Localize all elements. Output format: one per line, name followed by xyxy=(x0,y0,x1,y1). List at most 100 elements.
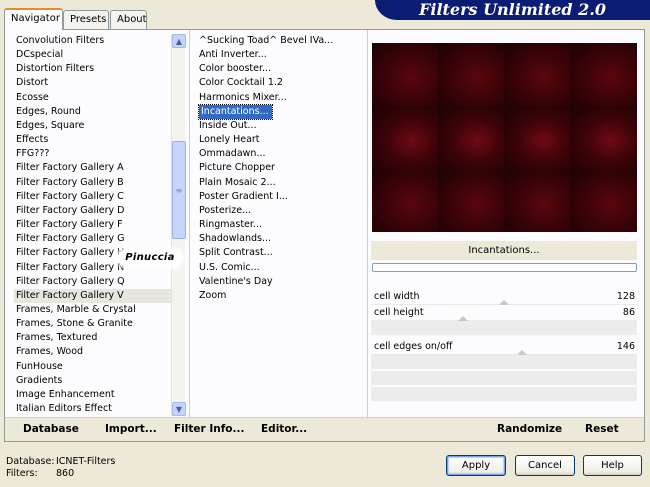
filter-list[interactable]: ^Sucking Toad^ Bevel IVa... Anti Inverter… xyxy=(197,34,367,417)
param-label: cell height xyxy=(374,307,424,318)
apply-button[interactable]: Apply xyxy=(446,455,506,476)
navigator-panel: Convolution Filters DCspecial Distortion F… xyxy=(4,29,645,442)
filter-item[interactable]: Ringmaster... xyxy=(197,218,367,232)
param-value: 128 xyxy=(616,291,635,302)
filter-item-label: Color booster... xyxy=(199,63,272,75)
category-item[interactable]: Frames, Marble & Crystal xyxy=(14,303,172,317)
preview-cell xyxy=(570,43,637,106)
category-item[interactable]: Frames, Stone & Granite xyxy=(14,317,172,331)
param-slider[interactable]: cell edges on/off 146 xyxy=(371,339,637,355)
tab-about[interactable]: About xyxy=(110,10,147,29)
filter-item[interactable]: Split Contrast... xyxy=(197,246,367,260)
filter-item[interactable]: Harmonics Mixer... xyxy=(197,91,367,105)
filter-item[interactable]: Zoom xyxy=(197,289,367,303)
randomize-button[interactable]: Randomize xyxy=(497,423,562,435)
filter-item[interactable]: Poster Gradient I... xyxy=(197,190,367,204)
preview-cell xyxy=(504,169,570,232)
filter-item-label: Color Cocktail 1.2 xyxy=(199,77,283,89)
import-button[interactable]: Import... xyxy=(105,423,157,435)
watermark-label: Pinuccia xyxy=(118,250,182,266)
category-item[interactable]: Filter Factory Gallery V xyxy=(14,288,172,303)
database-button[interactable]: Database xyxy=(23,423,79,435)
divider xyxy=(189,30,190,441)
preview-cell xyxy=(504,43,570,106)
preview-cell xyxy=(438,106,504,169)
category-item[interactable]: DCspecial xyxy=(14,48,172,62)
filter-item[interactable]: Color Cocktail 1.2 xyxy=(197,76,367,90)
filter-item-label: Shadowlands... xyxy=(199,233,272,245)
scroll-up-button[interactable]: ▲ xyxy=(172,34,186,48)
tab-presets[interactable]: Presets xyxy=(63,10,109,29)
preview-cell xyxy=(504,106,570,169)
preview-cell xyxy=(570,169,637,232)
filter-item[interactable]: ^Sucking Toad^ Bevel IVa... xyxy=(197,34,367,48)
preview-cell xyxy=(570,106,637,169)
category-item[interactable]: Filter Factory Gallery C xyxy=(14,190,172,204)
filter-item-label: Harmonics Mixer... xyxy=(199,91,287,103)
category-item[interactable]: FFG??? xyxy=(14,147,172,161)
empty-param-row xyxy=(371,321,637,336)
reset-button[interactable]: Reset xyxy=(585,423,619,435)
category-item[interactable]: Filter Factory Gallery G xyxy=(14,232,172,246)
category-item[interactable]: Frames, Wood xyxy=(14,345,172,359)
category-item[interactable]: Edges, Square xyxy=(14,119,172,133)
filter-item[interactable]: U.S. Comic... xyxy=(197,261,367,275)
category-item[interactable]: Frames, Textured xyxy=(14,331,172,345)
category-item[interactable]: FunHouse xyxy=(14,360,172,374)
category-item[interactable]: Filter Factory Gallery B xyxy=(14,176,172,190)
param-label: cell width xyxy=(374,291,420,302)
filter-item[interactable]: Valentine's Day xyxy=(197,275,367,289)
filter-item[interactable]: Color booster... xyxy=(197,62,367,76)
category-item[interactable]: Filter Factory Gallery D xyxy=(14,204,172,218)
filter-item[interactable]: Anti Inverter... xyxy=(197,48,367,62)
category-item[interactable]: Gradients xyxy=(14,374,172,388)
category-item[interactable]: Distort xyxy=(14,76,172,90)
tab-navigator[interactable]: Navigator xyxy=(4,8,63,30)
param-label: cell edges on/off xyxy=(374,341,453,352)
param-slider[interactable]: cell height 86 xyxy=(371,305,637,321)
category-item[interactable]: Image Enhancement xyxy=(14,388,172,402)
filter-item[interactable]: Shadowlands... xyxy=(197,232,367,246)
filter-item[interactable]: Inside Out... xyxy=(197,119,367,133)
category-item[interactable]: Filter Factory Gallery Q xyxy=(14,275,172,289)
scroll-thumb[interactable]: ≡ xyxy=(172,141,186,239)
category-item[interactable]: Convolution Filters xyxy=(14,34,172,48)
filter-item-label: Ommadawn... xyxy=(199,148,266,160)
empty-param-row xyxy=(371,371,637,386)
empty-param-row xyxy=(371,387,637,402)
app-banner: Filters Unlimited 2.0 xyxy=(375,0,650,20)
category-item[interactable]: Ecosse xyxy=(14,91,172,105)
filter-name-label: Incantations... xyxy=(371,241,637,260)
editor-button[interactable]: Editor... xyxy=(261,423,307,435)
category-scrollbar[interactable]: ▲ ≡ ▼ xyxy=(171,34,186,416)
category-item[interactable]: Filter Factory Gallery F xyxy=(14,218,172,232)
filter-item[interactable]: Ommadawn... xyxy=(197,147,367,161)
filter-item-label: Picture Chopper xyxy=(199,162,275,174)
category-item[interactable]: Edges, Round xyxy=(14,105,172,119)
param-value: 86 xyxy=(622,307,635,318)
filter-item[interactable]: Incantations... xyxy=(197,103,367,120)
preview-cell xyxy=(438,43,504,106)
filter-item-label: ^Sucking Toad^ Bevel IVa... xyxy=(199,35,334,46)
navigator-button-bar: Database Import... Filter Info... Editor… xyxy=(5,417,644,441)
filter-item[interactable]: Posterize... xyxy=(197,204,367,218)
filter-item[interactable]: Plain Mosaic 2... xyxy=(197,176,367,190)
filter-item-label: Lonely Heart xyxy=(199,134,260,146)
param-value: 146 xyxy=(616,341,635,352)
scroll-down-button[interactable]: ▼ xyxy=(172,402,186,416)
param-slider[interactable]: cell width 128 xyxy=(371,289,637,305)
filter-item-label: Ringmaster... xyxy=(199,219,262,231)
category-item[interactable]: Effects xyxy=(14,133,172,147)
filter-item[interactable]: Lonely Heart xyxy=(197,133,367,147)
help-button[interactable]: Help xyxy=(583,455,642,476)
category-item[interactable]: Italian Editors Effect xyxy=(14,402,172,416)
category-item[interactable]: Distortion Filters xyxy=(14,62,172,76)
filter-item-label: Valentine's Day xyxy=(199,275,273,287)
filter-item[interactable]: Picture Chopper xyxy=(197,161,367,175)
category-list[interactable]: Convolution Filters DCspecial Distortion F… xyxy=(14,34,172,417)
filter-info-button[interactable]: Filter Info... xyxy=(174,423,244,435)
divider xyxy=(367,30,368,441)
cancel-button[interactable]: Cancel xyxy=(515,455,575,476)
preview-cell xyxy=(438,169,504,232)
category-item[interactable]: Filter Factory Gallery A xyxy=(14,161,172,175)
